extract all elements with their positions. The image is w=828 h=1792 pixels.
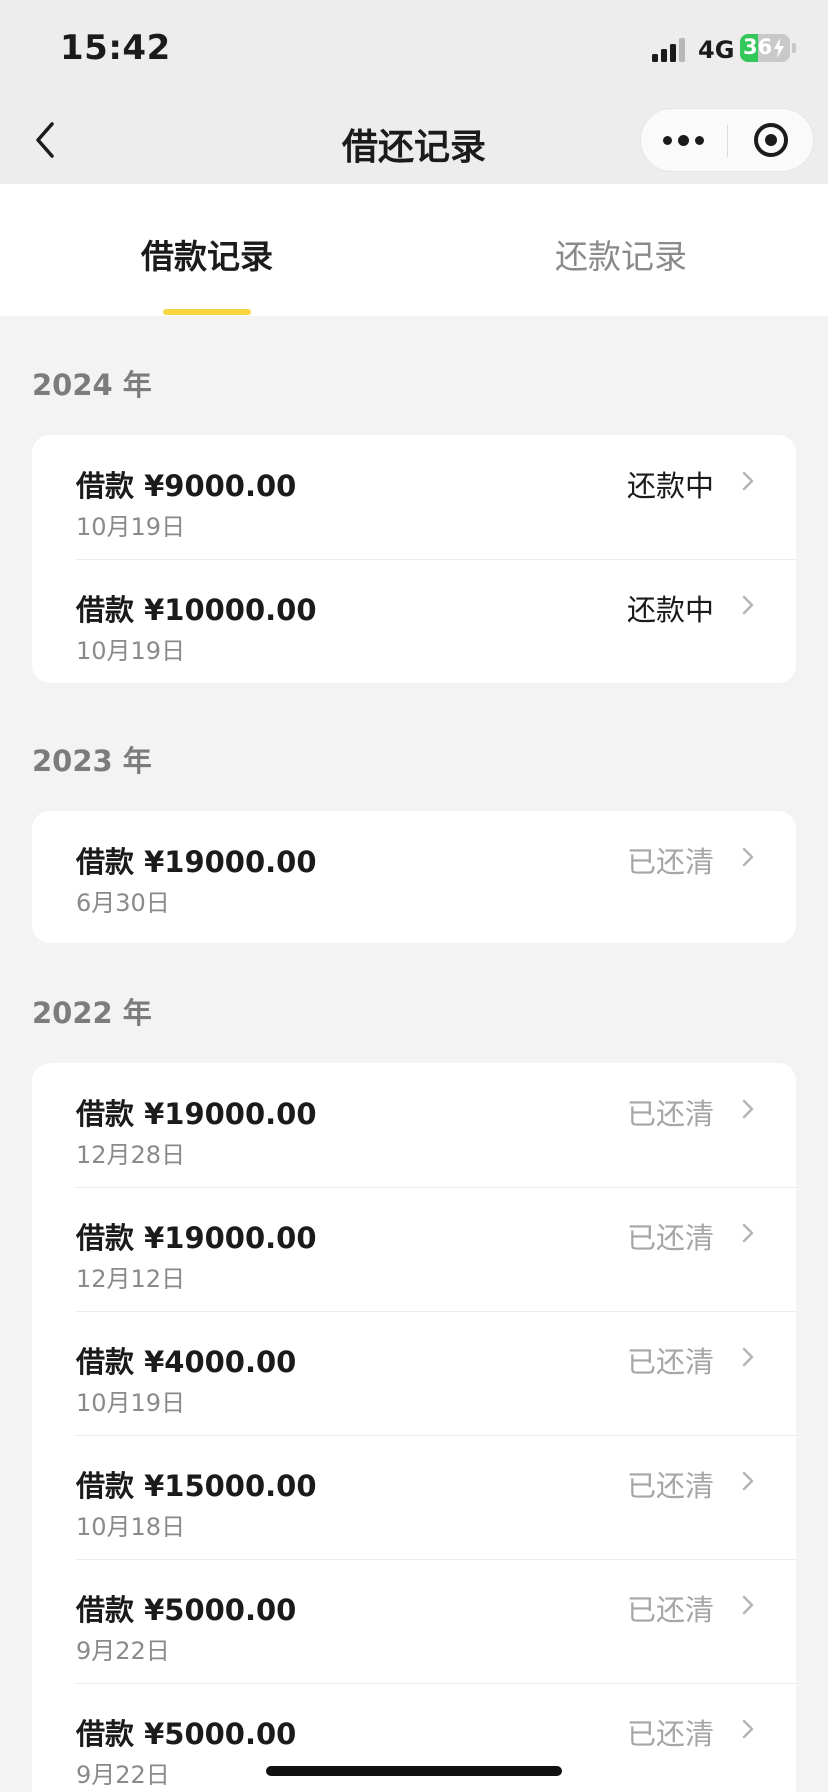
year-heading-2023: 2023 年	[32, 744, 152, 778]
record-date: 10月18日	[76, 1513, 186, 1541]
record-row[interactable]: 借款 ¥19000.00 6月30日 已还清	[32, 811, 796, 943]
year-heading-2022: 2022 年	[32, 996, 152, 1030]
battery-level: 36	[743, 35, 773, 59]
status-time: 15:42	[60, 28, 171, 68]
record-tabs: 借款记录 还款记录	[0, 184, 828, 316]
chevron-right-icon	[742, 1719, 754, 1739]
record-date: 12月12日	[76, 1265, 186, 1293]
records-card-2023: 借款 ¥19000.00 6月30日 已还清	[32, 811, 796, 943]
record-row[interactable]: 借款 ¥19000.00 12月12日 已还清	[32, 1187, 796, 1311]
mini-program-close-icon[interactable]	[728, 109, 814, 171]
network-type: 4G	[698, 36, 735, 64]
borrow-repay-records-page: 15:42 4G 36 借还记录 借款记录 还款记录 2024 年 借款 ¥90…	[0, 0, 828, 1792]
record-date: 10月19日	[76, 1389, 186, 1417]
battery-icon: 36	[740, 34, 790, 62]
chevron-right-icon	[742, 1595, 754, 1615]
record-row[interactable]: 借款 ¥5000.00 9月22日 已还清	[32, 1559, 796, 1683]
home-indicator	[266, 1766, 562, 1776]
record-status: 已还清	[626, 1345, 714, 1379]
record-amount: 借款 ¥5000.00	[76, 1593, 297, 1627]
record-status: 已还清	[626, 1593, 714, 1627]
record-row[interactable]: 借款 ¥15000.00 10月18日 已还清	[32, 1435, 796, 1559]
battery-tip	[792, 43, 796, 53]
record-row[interactable]: 借款 ¥4000.00 10月19日 已还清	[32, 1311, 796, 1435]
chevron-right-icon	[742, 847, 754, 867]
record-date: 10月19日	[76, 637, 186, 665]
record-date: 12月28日	[76, 1141, 186, 1169]
record-amount: 借款 ¥15000.00	[76, 1469, 317, 1503]
record-date: 9月22日	[76, 1637, 170, 1665]
record-row[interactable]: 借款 ¥19000.00 12月28日 已还清	[32, 1063, 796, 1187]
chevron-right-icon	[742, 1347, 754, 1367]
record-status: 已还清	[626, 845, 714, 879]
record-date: 10月19日	[76, 513, 186, 541]
more-dots-icon[interactable]	[641, 109, 727, 171]
record-amount: 借款 ¥19000.00	[76, 1221, 317, 1255]
mini-program-capsule	[640, 108, 814, 172]
record-date: 9月22日	[76, 1761, 170, 1789]
chevron-right-icon	[742, 1223, 754, 1243]
record-row[interactable]: 借款 ¥9000.00 10月19日 还款中	[32, 435, 796, 559]
record-amount: 借款 ¥5000.00	[76, 1717, 297, 1751]
record-date: 6月30日	[76, 889, 170, 917]
tab-borrow-records[interactable]: 借款记录	[0, 230, 414, 278]
record-row[interactable]: 借款 ¥10000.00 10月19日 还款中	[32, 559, 796, 683]
signal-icon	[652, 38, 685, 62]
record-amount: 借款 ¥4000.00	[76, 1345, 297, 1379]
chevron-right-icon	[742, 1471, 754, 1491]
chevron-right-icon	[742, 595, 754, 615]
record-amount: 借款 ¥19000.00	[76, 1097, 317, 1131]
active-tab-indicator	[163, 309, 251, 315]
record-status: 已还清	[626, 1097, 714, 1131]
record-amount: 借款 ¥10000.00	[76, 593, 317, 627]
record-status: 还款中	[626, 469, 714, 503]
record-status: 已还清	[626, 1469, 714, 1503]
status-bar: 15:42 4G 36	[0, 0, 828, 96]
chevron-right-icon	[742, 471, 754, 491]
record-amount: 借款 ¥9000.00	[76, 469, 297, 503]
chevron-right-icon	[742, 1099, 754, 1119]
charging-bolt-icon	[774, 38, 784, 58]
record-status: 已还清	[626, 1221, 714, 1255]
records-card-2024: 借款 ¥9000.00 10月19日 还款中 借款 ¥10000.00 10月1…	[32, 435, 796, 683]
record-amount: 借款 ¥19000.00	[76, 845, 317, 879]
nav-bar: 借还记录	[0, 96, 828, 184]
record-status: 还款中	[626, 593, 714, 627]
records-card-2022: 借款 ¥19000.00 12月28日 已还清 借款 ¥19000.00 12月…	[32, 1063, 796, 1792]
year-heading-2024: 2024 年	[32, 368, 152, 402]
tab-repay-records[interactable]: 还款记录	[414, 230, 828, 278]
record-status: 已还清	[626, 1717, 714, 1751]
